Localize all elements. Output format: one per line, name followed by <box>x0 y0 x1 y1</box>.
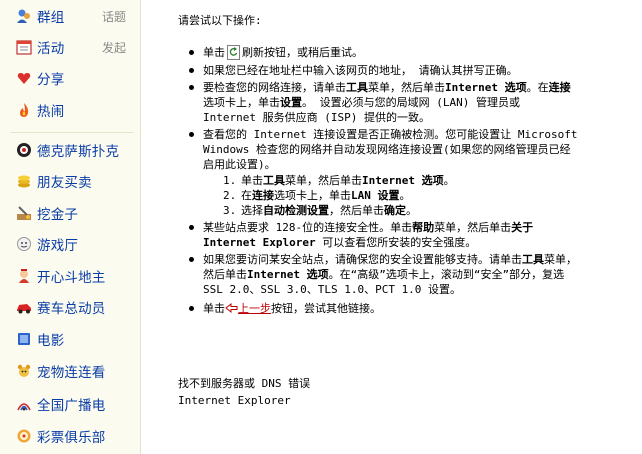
troubleshooting-list: 单击 刷新按钮，或稍后重试。 如果您已经在地址栏中输入该网页的地址， 请确认其拼写… <box>189 45 578 320</box>
list-item: 单击 刷新按钮，或稍后重试。 <box>189 45 578 60</box>
sidebar-item-group[interactable]: 群组 话题 <box>0 2 140 30</box>
sidebar-item-friend-trade[interactable]: 朋友买卖 <box>0 167 140 195</box>
fire-icon <box>15 101 33 119</box>
intro-text: 请尝试以下操作: <box>178 14 262 27</box>
sidebar-item-label: 赛车总动员 <box>37 301 106 317</box>
movie-icon <box>15 330 33 348</box>
group-icon <box>15 7 33 25</box>
sidebar: 群组 话题 活动 发起 分享 热闹 德克萨斯扑克 朋友买卖 挖金子 游戏厅 开心… <box>0 0 141 454</box>
sidebar-item-label: 活动 <box>37 41 65 57</box>
error-app-name: Internet Explorer <box>178 394 291 407</box>
sub-step: 1. 单击工具菜单，然后单击Internet 选项。 <box>223 174 455 187</box>
sidebar-item-label: 彩票俱乐部 <box>37 430 106 446</box>
sidebar-item-radio[interactable]: 全国广播电 <box>0 390 140 418</box>
sidebar-item-game-hall[interactable]: 游戏厅 <box>0 230 140 258</box>
sidebar-item-label: 群组 <box>37 10 65 26</box>
sidebar-item-movie[interactable]: 电影 <box>0 325 140 353</box>
sidebar-item-label: 游戏厅 <box>37 238 79 254</box>
sidebar-divider <box>10 132 134 133</box>
sidebar-sub-link[interactable]: 话题 <box>102 8 126 25</box>
list-item: 某些站点要求 128-位的连接安全性。单击帮助菜单，然后单击关于 Interne… <box>189 220 578 250</box>
list-item: 查看您的 Internet 连接设置是否正确被检测。您可能设置让 Microso… <box>189 128 578 218</box>
sub-step: 3. 选择自动检测设置，然后单击确定。 <box>223 204 417 217</box>
sidebar-item-label: 挖金子 <box>37 207 79 223</box>
cards-icon <box>15 267 33 285</box>
game-icon <box>15 235 33 253</box>
sub-steps: 1. 单击工具菜单，然后单击Internet 选项。 2. 在连接选项卡上，单击LA… <box>223 173 578 218</box>
back-arrow-icon[interactable] <box>225 302 238 318</box>
lottery-icon <box>15 427 33 445</box>
list-item: 如果您已经在地址栏中输入该网页的地址， 请确认其拼写正确。 <box>189 63 578 78</box>
sidebar-item-label: 宠物连连看 <box>37 365 106 381</box>
sidebar-item-pet-match[interactable]: 宠物连连看 <box>0 357 140 385</box>
dig-icon <box>15 204 33 222</box>
sidebar-item-label: 朋友买卖 <box>37 175 92 191</box>
sidebar-item-texas-poker[interactable]: 德克萨斯扑克 <box>0 136 140 164</box>
sidebar-item-activity[interactable]: 活动 发起 <box>0 33 140 61</box>
radio-icon <box>15 395 33 413</box>
car-icon <box>15 298 33 316</box>
sidebar-item-label: 热闹 <box>37 104 65 120</box>
back-link[interactable]: 上一步 <box>238 302 271 315</box>
refresh-icon[interactable] <box>227 45 240 60</box>
error-page-content: 请尝试以下操作: 单击 刷新按钮，或稍后重试。 如果您已经在地址栏中输入该网页的地… <box>141 0 642 454</box>
calendar-icon <box>15 38 33 56</box>
sidebar-item-label: 全国广播电 <box>37 398 106 414</box>
sidebar-item-label: 开心斗地主 <box>37 270 106 286</box>
sidebar-item-lottery[interactable]: 彩票俱乐部 <box>0 422 140 450</box>
sub-step: 2. 在连接选项卡上，单击LAN 设置。 <box>223 189 411 202</box>
share-icon <box>15 69 33 87</box>
sidebar-item-dig-gold[interactable]: 挖金子 <box>0 199 140 227</box>
list-item: 单击 上一步按钮，尝试其他链接。 <box>189 301 578 318</box>
coins-icon <box>15 172 33 190</box>
list-item: 要检查您的网络连接，请单击工具菜单，然后单击Internet 选项。在连接选项卡… <box>189 80 578 125</box>
sidebar-item-racing[interactable]: 赛车总动员 <box>0 293 140 321</box>
poker-icon <box>15 141 33 159</box>
sidebar-item-label: 德克萨斯扑克 <box>37 144 120 160</box>
sidebar-item-landlord[interactable]: 开心斗地主 <box>0 262 140 290</box>
sidebar-item-label: 电影 <box>37 333 65 349</box>
sidebar-item-hot[interactable]: 热闹 <box>0 96 140 124</box>
sidebar-item-share[interactable]: 分享 <box>0 64 140 92</box>
sidebar-item-label: 分享 <box>37 72 65 88</box>
list-item: 如果您要访问某安全站点，请确保您的安全设置能够支持。请单击工具菜单，然后单击In… <box>189 253 577 296</box>
error-title: 找不到服务器或 DNS 错误 <box>178 377 311 390</box>
sidebar-sub-link[interactable]: 发起 <box>102 39 126 56</box>
pet-icon <box>15 362 33 380</box>
